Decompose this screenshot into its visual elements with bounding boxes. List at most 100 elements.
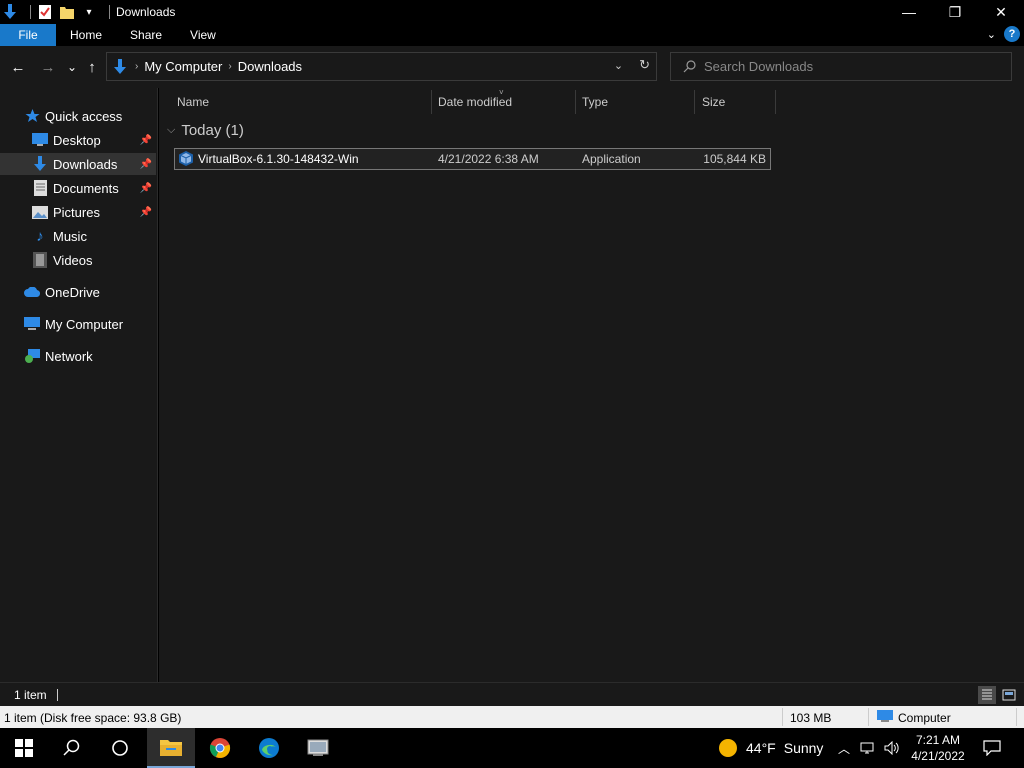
sidebar-item-label: My Computer — [45, 316, 124, 332]
maximize-button[interactable]: ❐ — [932, 0, 978, 24]
sidebar-item-onedrive[interactable]: OneDrive — [24, 281, 154, 303]
download-icon — [32, 156, 48, 172]
help-icon[interactable]: ? — [1004, 26, 1020, 42]
chevron-down-icon[interactable]: ⌵ — [167, 124, 175, 137]
separator — [1016, 708, 1017, 726]
new-folder-icon[interactable] — [59, 4, 75, 20]
quick-access-toolbar: ▾ — [0, 0, 116, 24]
system-tray: ︿ — [838, 728, 900, 768]
window-controls: — ❐ ✕ — [886, 0, 1024, 24]
separator — [30, 5, 31, 19]
sidebar-item-quick-access[interactable]: Quick access — [24, 105, 154, 127]
column-divider[interactable] — [575, 90, 576, 114]
sidebar-item-videos[interactable]: Videos — [0, 249, 156, 271]
search-box[interactable] — [670, 52, 1012, 81]
close-button[interactable]: ✕ — [978, 0, 1024, 24]
sidebar-item-music[interactable]: ♪ Music — [0, 225, 156, 247]
clock-time: 7:21 AM — [915, 733, 961, 747]
large-icons-view-icon[interactable] — [1000, 686, 1018, 704]
back-button[interactable]: ← — [8, 57, 28, 77]
breadcrumb-my-computer[interactable]: My Computer — [144, 59, 222, 74]
column-divider[interactable] — [694, 90, 695, 114]
status-separator — [56, 688, 58, 701]
notification-icon — [983, 740, 1001, 756]
download-folder-icon — [2, 4, 18, 20]
chevron-right-icon[interactable]: › — [135, 61, 138, 72]
sidebar-item-label: Network — [45, 348, 93, 364]
pictures-icon — [32, 204, 48, 220]
ribbon-right: ⌄ ? — [987, 26, 1020, 42]
sidebar-item-desktop[interactable]: Desktop 📌 — [0, 129, 156, 151]
column-header-size[interactable]: Size — [702, 90, 774, 114]
pin-icon[interactable]: 📌 — [140, 135, 152, 146]
windows-logo-icon — [15, 739, 33, 757]
sidebar-item-label: Documents — [53, 180, 119, 196]
recent-locations-button[interactable]: ⌄ — [62, 57, 82, 77]
address-dropdown-icon[interactable]: ⌄ — [614, 59, 623, 72]
group-header-today[interactable]: ⌵ Today (1) — [167, 122, 244, 139]
pin-icon[interactable]: 📌 — [140, 183, 152, 194]
control-panel-icon — [307, 739, 329, 756]
file-list-pane: Name Date modified ˅ Type Size ⌵ Today (… — [159, 88, 1024, 682]
taskbar-edge[interactable] — [245, 728, 293, 768]
location-label: Computer — [898, 711, 951, 725]
start-button[interactable] — [0, 728, 48, 768]
tab-view[interactable]: View — [176, 24, 230, 46]
breadcrumb-downloads[interactable]: Downloads — [238, 59, 302, 74]
notifications-button[interactable] — [980, 736, 1004, 760]
file-type: Application — [582, 152, 641, 166]
refresh-button[interactable]: ↻ — [639, 57, 650, 73]
column-header-type[interactable]: Type — [582, 90, 694, 114]
task-view-button[interactable] — [96, 728, 144, 768]
computer-icon — [24, 316, 40, 332]
file-row[interactable]: VirtualBox-6.1.30-148432-Win 4/21/2022 6… — [174, 148, 771, 170]
sidebar-item-downloads[interactable]: Downloads 📌 — [0, 153, 156, 175]
column-divider[interactable] — [431, 90, 432, 114]
taskbar-file-explorer[interactable] — [147, 728, 195, 768]
weather-temperature: 44°F — [746, 740, 776, 756]
chevron-up-icon[interactable]: ︿ — [838, 740, 850, 757]
customize-qat-icon[interactable]: ▾ — [81, 4, 97, 20]
taskbar: 44°F Sunny ︿ 7:21 AM 4/21/2022 — [0, 728, 1024, 768]
search-button[interactable] — [48, 728, 96, 768]
star-icon — [24, 108, 40, 124]
expand-ribbon-icon[interactable]: ⌄ — [987, 28, 996, 41]
weather-widget[interactable]: 44°F Sunny — [718, 728, 823, 768]
column-divider[interactable] — [775, 90, 776, 114]
pin-icon[interactable]: 📌 — [140, 159, 152, 170]
file-explorer-icon — [160, 740, 182, 756]
details-view-icon[interactable] — [978, 686, 996, 704]
sidebar-item-pictures[interactable]: Pictures 📌 — [0, 201, 156, 223]
disk-space-info: 1 item (Disk free space: 93.8 GB) — [4, 711, 182, 725]
column-header-date-modified[interactable]: Date modified — [438, 90, 574, 114]
download-icon — [113, 58, 127, 75]
group-label: Today (1) — [181, 122, 244, 139]
search-input[interactable] — [704, 59, 1004, 74]
sidebar-item-label: Pictures — [53, 204, 100, 220]
taskbar-app[interactable] — [294, 728, 342, 768]
file-name: VirtualBox-6.1.30-148432-Win — [198, 152, 359, 166]
column-header-name[interactable]: Name — [177, 90, 431, 114]
separator — [868, 708, 869, 726]
sidebar-item-documents[interactable]: Documents 📌 — [0, 177, 156, 199]
tab-home[interactable]: Home — [56, 24, 116, 46]
up-button[interactable]: ↑ — [82, 57, 102, 77]
network-status-icon[interactable] — [860, 741, 874, 755]
sidebar-item-my-computer[interactable]: My Computer — [24, 313, 154, 335]
sidebar-item-network[interactable]: Network — [24, 345, 154, 367]
properties-icon[interactable] — [37, 4, 53, 20]
window-title: Downloads — [116, 5, 176, 19]
navigation-pane: Quick access Desktop 📌 Downloads 📌 Docum… — [0, 88, 158, 682]
edge-icon — [259, 738, 279, 758]
minimize-button[interactable]: — — [886, 0, 932, 24]
taskbar-chrome[interactable] — [196, 728, 244, 768]
tab-share[interactable]: Share — [116, 24, 176, 46]
pin-icon[interactable]: 📌 — [140, 207, 152, 218]
clock[interactable]: 7:21 AM 4/21/2022 — [904, 732, 972, 764]
sidebar-item-label: Videos — [53, 252, 93, 268]
tab-file[interactable]: File — [0, 24, 56, 46]
chevron-right-icon[interactable]: › — [228, 61, 231, 72]
forward-button[interactable]: → — [38, 57, 58, 77]
address-bar[interactable]: › My Computer › Downloads ⌄ ↻ — [106, 52, 657, 81]
volume-icon[interactable] — [884, 741, 900, 755]
